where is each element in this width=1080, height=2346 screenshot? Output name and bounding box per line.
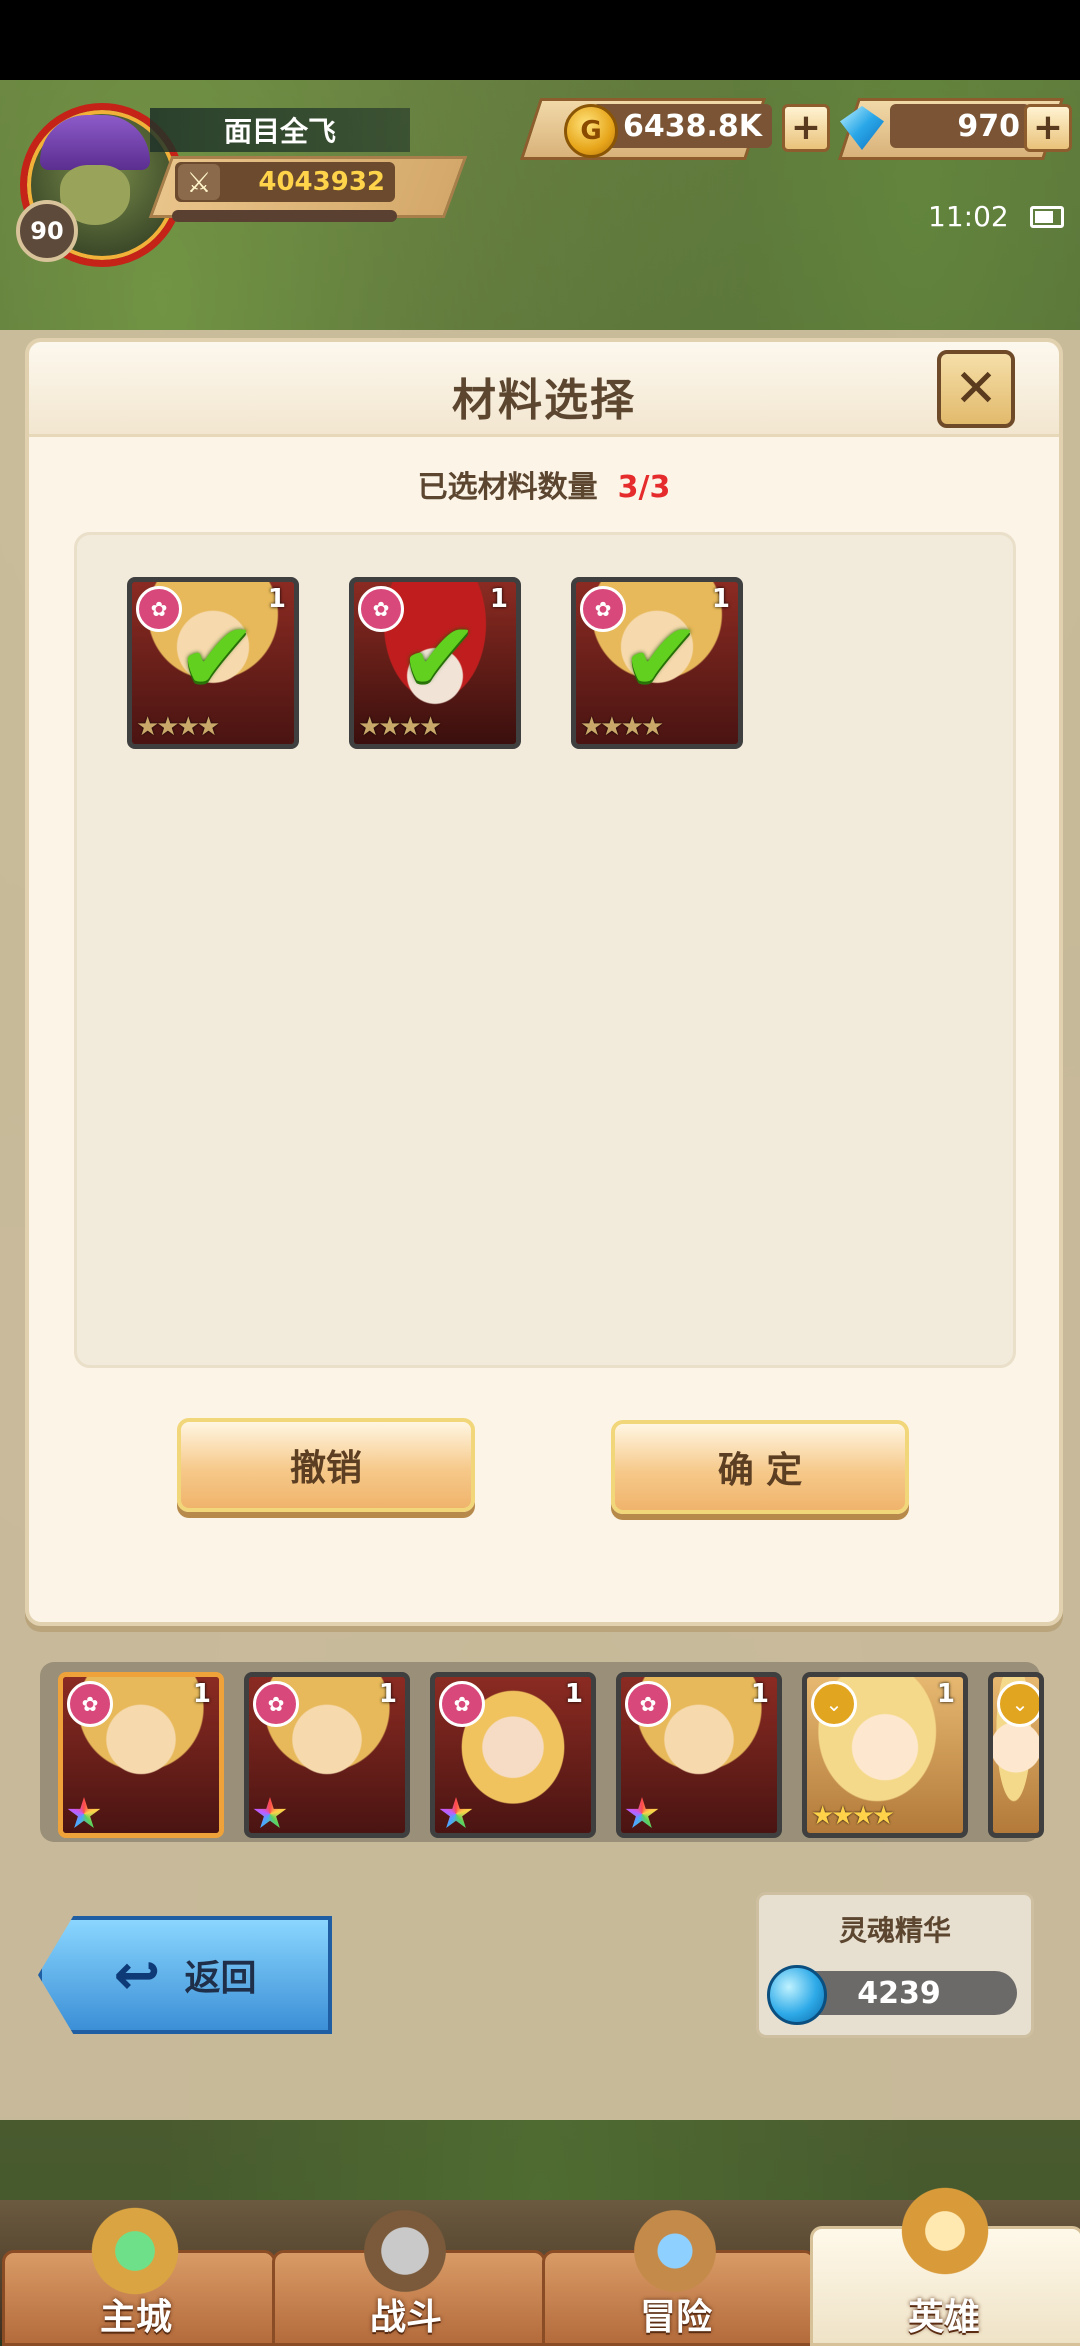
tab-battle-label: 战斗 (369, 2297, 442, 2338)
modal-title: 材料选择 (452, 375, 636, 426)
star-rating-icon: ★★★★ (580, 712, 664, 742)
soul-essence-title: 灵魂精华 (838, 1914, 951, 1947)
material-card[interactable]: ✿ 1 ★★★★ ✔ (127, 577, 299, 749)
status-bar (0, 0, 1080, 80)
card-level: 1 (711, 584, 730, 614)
cancel-button[interactable]: 撤销 (177, 1418, 475, 1512)
tab-heroes-label: 英雄 (907, 2297, 980, 2338)
selected-count-label: 已选材料数量 (417, 470, 598, 505)
hero-card[interactable]: ⌄ 1 ★★★★ (802, 1672, 968, 1838)
hero-card-partial[interactable]: ⌄ (988, 1672, 1044, 1838)
player-level-badge: 90 (16, 200, 78, 262)
add-gems-button[interactable]: + (1024, 104, 1072, 152)
add-gold-button[interactable]: + (782, 104, 830, 152)
material-select-modal: 材料选择 ✕ 已选材料数量 3/3 ✿ 1 ★★★★ ✔ ✿ 1 ★★★★ ✔ ✿… (25, 338, 1063, 1626)
card-level: 1 (750, 1679, 769, 1709)
checkmark-icon: ✔ (176, 601, 258, 713)
soul-essence-panel: 灵魂精华 4239 (756, 1892, 1034, 2038)
helmet-icon (890, 2176, 1000, 2286)
card-level: 1 (267, 584, 286, 614)
selected-count: 已选材料数量 3/3 (29, 462, 1059, 506)
hero-card[interactable]: ✿ 1 (616, 1672, 782, 1838)
hero-card[interactable]: ✿ 1 (244, 1672, 410, 1838)
battery-icon (1030, 206, 1064, 228)
selected-count-value: 3/3 (617, 470, 671, 505)
checkmark-icon: ✔ (620, 601, 702, 713)
tab-main-city-label: 主城 (99, 2297, 172, 2338)
gold-value: 6438.8K (592, 104, 772, 148)
card-level: 1 (564, 1679, 583, 1709)
gold-coin-icon: G (564, 104, 618, 158)
hero-card[interactable]: ✿ 1 (430, 1672, 596, 1838)
lotus-faction-icon: ✿ (253, 1681, 299, 1727)
card-level: 1 (192, 1679, 211, 1709)
player-name: 面目全飞 (150, 108, 410, 152)
star-rating-icon: ★★★★ (811, 1801, 895, 1831)
lotus-faction-icon: ✿ (625, 1681, 671, 1727)
back-button[interactable]: ↩ 返回 (38, 1916, 332, 2034)
checkmark-icon: ✔ (398, 601, 480, 713)
tab-adventure-label: 冒险 (639, 2297, 712, 2338)
hero-card[interactable]: ✿ 1 (58, 1672, 224, 1838)
lotus-faction-icon: ✿ (67, 1681, 113, 1727)
clock: 11:02 (928, 200, 1009, 233)
material-card[interactable]: ✿ 1 ★★★★ ✔ (571, 577, 743, 749)
material-card[interactable]: ✿ 1 ★★★★ ✔ (349, 577, 521, 749)
card-level: 1 (489, 584, 508, 614)
return-arrow-icon: ↩ (113, 1942, 161, 2008)
close-button[interactable]: ✕ (937, 350, 1015, 428)
light-faction-icon: ⌄ (811, 1681, 857, 1727)
confirm-button[interactable]: 确 定 (611, 1420, 909, 1514)
card-level: 1 (936, 1679, 955, 1709)
card-level: 1 (378, 1679, 397, 1709)
material-grid: ✿ 1 ★★★★ ✔ ✿ 1 ★★★★ ✔ ✿ 1 ★★★★ ✔ (74, 532, 1016, 1368)
lotus-faction-icon: ✿ (439, 1681, 485, 1727)
back-button-label: 返回 (184, 1958, 257, 1999)
experience-bar (172, 210, 397, 222)
star-rating-icon: ★★★★ (358, 712, 442, 742)
soul-orb-icon (767, 1965, 827, 2025)
star-rating-icon: ★★★★ (136, 712, 220, 742)
crossed-swords-icon: ⚔ (178, 164, 220, 200)
close-icon: ✕ (954, 359, 998, 419)
gem-value: 970 (890, 104, 1030, 148)
light-faction-icon: ⌄ (997, 1681, 1039, 1727)
